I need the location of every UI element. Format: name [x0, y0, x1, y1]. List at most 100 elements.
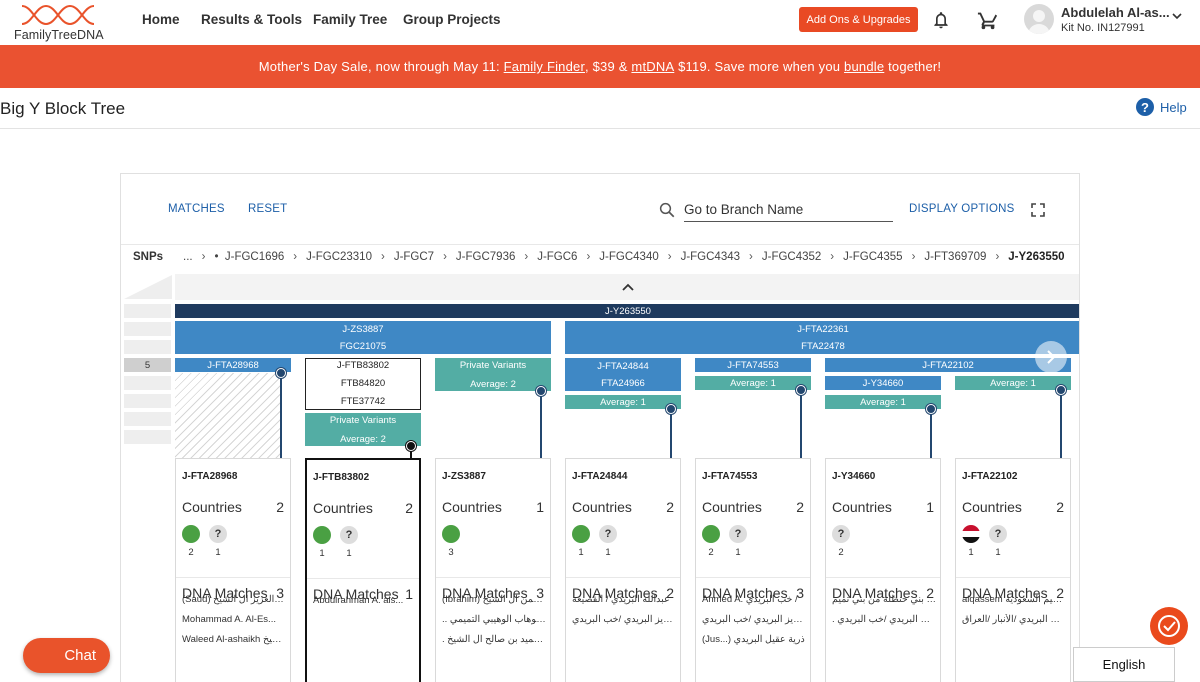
nav-home[interactable]: Home [142, 12, 180, 27]
match-name[interactable]: (Jus...) ذرية عقيل البريدي [702, 634, 806, 645]
branch-fta24844[interactable]: J-FTA24844 FTA24966 [565, 358, 681, 391]
average-fta24844[interactable]: Average: 1 [565, 395, 681, 409]
match-name[interactable]: (Saud) عبدالعزيز ال الشيخ [182, 594, 286, 605]
branch-root[interactable]: J-Y263550 [175, 304, 1079, 318]
nav-group-projects[interactable]: Group Projects [403, 12, 501, 27]
breadcrumb-item[interactable]: J-FGC4352 [762, 251, 821, 263]
breadcrumb-item[interactable]: J-FGC1696 [225, 251, 284, 263]
branch-ftb83802[interactable]: J-FTB83802 FTB84820 FTE37742 [305, 358, 421, 410]
banner-link-bundle[interactable]: bundle [844, 59, 884, 74]
match-name[interactable]: alqassem القصيم السعودية [962, 594, 1066, 605]
page-title: Big Y Block Tree [0, 99, 126, 118]
card-title[interactable]: J-Y34660 [832, 471, 875, 482]
private-variants-ftb83802[interactable]: Private Variants Average: 2 [305, 413, 421, 446]
branch-fta74553[interactable]: J-FTA74553 [695, 358, 811, 372]
collapse-up-button[interactable] [175, 274, 1079, 300]
branch-card[interactable]: J-ZS3887 Countries 1 3 DNA Matches 3 (Ibrahim)… [435, 458, 551, 682]
language-selector[interactable]: English [1073, 647, 1175, 682]
branch-fta28968[interactable]: J-FTA28968 [175, 358, 291, 372]
breadcrumb-item[interactable]: J-FGC4343 [681, 251, 740, 263]
breadcrumb-item[interactable]: J-FT369709 [924, 251, 986, 263]
match-name[interactable]: . عطي البريدي /خب البريدي [832, 614, 936, 625]
breadcrumb-current[interactable]: J-Y263550 [1008, 251, 1064, 263]
matches-button[interactable]: MATCHES [168, 203, 225, 215]
breadcrumb-item[interactable]: J-FGC6 [537, 251, 577, 263]
match-name[interactable]: عبدالعزيز البريدي /خب البريدي [572, 614, 676, 625]
cookie-settings-button[interactable] [1150, 607, 1188, 645]
display-options-button[interactable]: DISPLAY OPTIONS [909, 203, 1014, 215]
branch-zs3887[interactable]: J-ZS3887 FGC21075 [175, 321, 551, 354]
saudi-flag-icon[interactable] [442, 525, 460, 543]
match-name[interactable]: (Ibrahim) عبدالرحمن ال الشيخ [442, 594, 546, 605]
branch-card[interactable]: J-FTA28968 Countries 2 2? 1 DNA Matches 3 (Saud… [175, 458, 291, 682]
match-name[interactable]: . عبدالحميد بن صالح ال الشيخ [442, 634, 546, 645]
nav-results-tools[interactable]: Results & Tools [201, 12, 302, 27]
unknown-country-icon[interactable]: ? [832, 525, 850, 543]
breadcrumb-item[interactable]: J-FGC4340 [599, 251, 658, 263]
match-name[interactable]: .. عبدالوهاب الوهيبي التميمي [442, 614, 546, 625]
breadcrumb-item[interactable]: J-FGC7936 [456, 251, 515, 263]
match-name[interactable]: عبدالله البريدي / القصيعة [572, 594, 676, 605]
average-fta74553[interactable]: Average: 1 [695, 376, 811, 390]
saudi-flag-icon[interactable] [182, 525, 200, 543]
user-name[interactable]: Abdulelah Al-as... [1061, 5, 1170, 20]
bullet-icon: • [214, 251, 219, 263]
match-name[interactable]: عبدالعزيز البريدي /خب البريدي [702, 614, 806, 625]
reset-button[interactable]: RESET [248, 203, 287, 215]
card-title[interactable]: J-FTA74553 [702, 471, 757, 482]
card-title[interactable]: J-FTA28968 [182, 471, 237, 482]
cookie-icon [1158, 615, 1180, 637]
saudi-flag-icon[interactable] [313, 526, 331, 544]
unknown-country-icon[interactable]: ? [989, 525, 1007, 543]
card-title[interactable]: J-FTA22102 [962, 471, 1017, 482]
chevron-down-icon[interactable] [1170, 9, 1184, 23]
add-ons-upgrades-button[interactable]: Add Ons & Upgrades [799, 7, 918, 32]
branch-card[interactable]: J-FTA22102 Countries 2 1? 1 DNA Matches 2 alqas… [955, 458, 1071, 682]
unknown-country-icon[interactable]: ? [209, 525, 227, 543]
card-title[interactable]: J-FTB83802 [313, 472, 369, 483]
scroll-right-button[interactable] [1035, 341, 1067, 373]
bell-icon[interactable] [930, 9, 952, 31]
connector-dot [666, 404, 676, 414]
match-name[interactable]: Ahmed A. خب البريدي / [702, 594, 806, 605]
branch-card[interactable]: J-Y34660Countries1?2DNA Matches2عبدالرحم… [825, 458, 941, 682]
breadcrumb-item[interactable]: J-FGC7 [394, 251, 434, 263]
familytreedna-logo[interactable]: FamilyTreeDNA [14, 2, 106, 42]
breadcrumb-item[interactable]: J-FGC23310 [306, 251, 372, 263]
chat-button[interactable]: Chat [23, 638, 110, 673]
banner-link-family-finder[interactable]: Family Finder [504, 59, 585, 74]
average-y34660[interactable]: Average: 1 [825, 395, 941, 409]
user-avatar[interactable] [1024, 4, 1054, 34]
card-title[interactable]: J-ZS3887 [442, 471, 486, 482]
branch-card[interactable]: J-FTB83802 Countries 2 1? 1 DNA Matches 1 Abdul… [305, 458, 421, 682]
breadcrumb-ellipsis[interactable]: ... [183, 251, 193, 263]
connector-line [930, 409, 932, 458]
match-name[interactable]: عبدالرحمن بني حنظلة من بني تميم [832, 594, 936, 605]
nav-family-tree[interactable]: Family Tree [313, 12, 387, 27]
match-name[interactable]: عطي البريدي /الأنبار /العراق [962, 614, 1066, 625]
card-title[interactable]: J-FTA24844 [572, 471, 627, 482]
branch-card[interactable]: J-FTA74553 Countries 2 2? 1 DNA Matches 3 Ahmed… [695, 458, 811, 682]
branch-search-input[interactable] [684, 199, 893, 219]
average-fta22102[interactable]: Average: 1 [955, 376, 1071, 390]
branch-card[interactable]: J-FTA24844 Countries 2 1? 1 DNA Matches 2 عبدال… [565, 458, 681, 682]
branch-fta22102[interactable]: J-FTA22102 [825, 358, 1071, 372]
banner-link-mtdna[interactable]: mtDNA [631, 59, 674, 74]
unknown-country-icon[interactable]: ? [599, 525, 617, 543]
branch-fta22361[interactable]: J-FTA22361 FTA22478 [565, 321, 1079, 354]
unknown-country-icon[interactable]: ? [340, 526, 358, 544]
private-variants-zs3887[interactable]: Private Variants Average: 2 [435, 358, 551, 391]
saudi-flag-icon[interactable] [702, 525, 720, 543]
chevron-right-icon: › [586, 251, 591, 263]
saudi-flag-icon[interactable] [572, 525, 590, 543]
help-link[interactable]: ? Help [1136, 98, 1187, 116]
branch-y34660[interactable]: J-Y34660 [825, 376, 941, 390]
match-name[interactable]: Waleed Al-ashaikh وليد الشيخ [182, 634, 286, 645]
breadcrumb-item[interactable]: J-FGC4355 [843, 251, 902, 263]
unknown-country-icon[interactable]: ? [729, 525, 747, 543]
iraq-flag-icon[interactable] [962, 525, 980, 543]
match-name[interactable]: Mohammad A. Al-Es... [182, 614, 286, 625]
fullscreen-icon[interactable] [1031, 203, 1045, 217]
shopping-cart-icon[interactable] [976, 8, 1000, 32]
match-name[interactable]: Abdulrahman A. als... [313, 595, 417, 606]
